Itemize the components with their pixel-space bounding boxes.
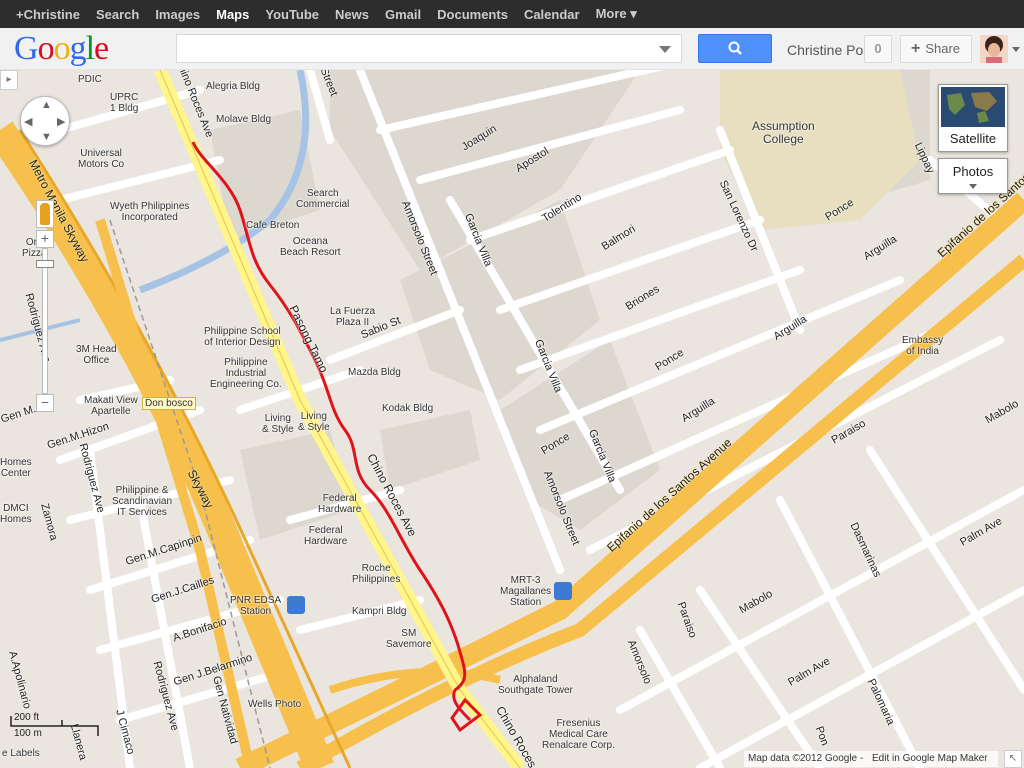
satellite-toggle[interactable]: Satellite [938, 84, 1008, 152]
place-label[interactable]: Universal Motors Co [78, 148, 124, 170]
gbar-item[interactable]: Images [155, 7, 200, 22]
avatar[interactable] [980, 35, 1008, 63]
zoom-out-button[interactable]: − [36, 394, 54, 412]
place-label[interactable]: Alphaland Southgate Tower [498, 674, 573, 696]
share-label: Share [925, 41, 961, 56]
avatar-image [980, 35, 1008, 63]
place-label[interactable]: PNR EDSA Station [230, 595, 281, 617]
zoom-slider-handle[interactable] [36, 260, 54, 268]
arrow-left-icon[interactable]: ◀ [24, 115, 32, 128]
place-label[interactable]: MRT-3 Magallanes Station [500, 575, 551, 608]
place-label[interactable]: Living & Style [262, 413, 294, 435]
place-label[interactable]: e Labels [2, 748, 40, 759]
place-label[interactable]: Federal Hardware [318, 493, 361, 515]
street-view-pegman[interactable] [36, 200, 54, 228]
google-logo[interactable]: Google [14, 30, 109, 68]
place-label[interactable]: Homes Center [0, 457, 32, 479]
place-label[interactable]: DMCI Homes [0, 503, 32, 525]
satellite-label: Satellite [949, 131, 997, 146]
gbar-item[interactable]: News [335, 7, 369, 22]
gbar-item[interactable]: Search [96, 7, 139, 22]
zoom-slider[interactable] [42, 248, 48, 394]
map-attribution: Map data ©2012 Google - Edit in Google M… [744, 751, 998, 767]
place-label[interactable]: Philippine School of Interior Design [204, 326, 281, 348]
pan-control[interactable]: ▲ ◀ ▶ ▼ [20, 96, 70, 146]
place-label[interactable]: La Fuerza Plaza II [330, 306, 375, 328]
pegman-icon [40, 203, 50, 225]
user-name[interactable]: Christine Po [787, 42, 863, 58]
place-label[interactable]: Roche Philippines [352, 563, 400, 585]
place-label[interactable]: Mazda Bldg [348, 367, 401, 378]
gbar-item[interactable]: Documents [437, 7, 508, 22]
place-label[interactable]: Don bosco [142, 397, 196, 410]
gbar-item[interactable]: More ▾ [596, 6, 637, 22]
maps-header: Google Christine Po 0 + Share [0, 28, 1024, 70]
scale-meters: 100 m [14, 728, 42, 739]
place-label[interactable]: Cafe Breton [246, 220, 299, 231]
side-panel-toggle[interactable]: ▸ [0, 70, 18, 90]
place-label[interactable]: Makati View Apartelle [84, 395, 138, 417]
search-button[interactable] [698, 34, 772, 63]
google-bar: +Christine Search Images Maps YouTube News Gma… [0, 0, 1024, 28]
place-label[interactable]: 3M Head Office [76, 344, 117, 366]
arrow-down-icon[interactable]: ▼ [41, 131, 52, 143]
search-input[interactable] [177, 35, 647, 62]
share-button[interactable]: + Share [900, 35, 972, 63]
place-label[interactable]: SM Savemore [386, 628, 432, 650]
chevron-down-icon[interactable] [659, 46, 671, 53]
place-label[interactable]: Search Commercial [296, 188, 349, 210]
place-label[interactable]: PDIC [78, 74, 102, 85]
place-label[interactable]: Living & Style [298, 411, 330, 433]
gbar-item[interactable]: Calendar [524, 7, 580, 22]
place-label[interactable]: Embassy of India [902, 335, 943, 357]
place-label[interactable]: Kampri Bldg [352, 606, 406, 617]
place-label[interactable]: Alegria Bldg [206, 81, 260, 92]
search-field[interactable] [176, 34, 682, 63]
map-maker-link[interactable]: Edit in Google Map Maker [872, 753, 988, 764]
place-label[interactable]: UPRC 1 Bldg [110, 92, 138, 114]
place-label[interactable]: Molave Bldg [216, 114, 271, 125]
search-icon [728, 41, 742, 55]
place-label[interactable]: Federal Hardware [304, 525, 347, 547]
map-canvas[interactable]: PDIC UPRC 1 Bldg Alegria Bldg Molave Bld… [0, 70, 1024, 768]
gbar-item[interactable]: YouTube [265, 7, 319, 22]
notifications-count[interactable]: 0 [864, 35, 892, 63]
place-label[interactable]: Fresenius Medical Care Renalcare Corp. [542, 718, 615, 751]
scale-feet: 200 ft [14, 712, 40, 723]
photos-label: Photos [952, 164, 994, 179]
map-data-text: Map data ©2012 Google - [748, 753, 864, 764]
place-label[interactable]: Philippine Industrial Engineering Co. [210, 357, 282, 390]
arrow-up-icon[interactable]: ▲ [41, 99, 52, 111]
map-scale: 200 ft 100 m [10, 712, 100, 740]
place-label[interactable]: Oceana Beach Resort [280, 236, 341, 258]
place-label[interactable]: Wyeth Philippines Incorporated [110, 201, 189, 223]
place-label[interactable]: Philippine & Scandinavian IT Services [112, 485, 172, 518]
place-label[interactable]: Kodak Bldg [382, 403, 433, 414]
chevron-down-icon[interactable] [1012, 47, 1020, 52]
zoom-in-button[interactable]: + [36, 230, 54, 248]
place-label[interactable]: Wells Photo [248, 699, 301, 710]
satellite-thumbnail [941, 87, 1005, 127]
chevron-down-icon [969, 184, 977, 189]
gbar-item[interactable]: Gmail [385, 7, 421, 22]
map-options-toggle[interactable]: ↖ [1004, 750, 1022, 768]
plus-icon: + [911, 40, 921, 57]
place-label[interactable]: Assumption College [752, 120, 815, 146]
photos-toggle[interactable]: Photos [938, 158, 1008, 194]
gbar-item[interactable]: +Christine [16, 7, 80, 22]
gbar-item[interactable]: Maps [216, 7, 249, 22]
arrow-right-icon[interactable]: ▶ [57, 115, 65, 128]
